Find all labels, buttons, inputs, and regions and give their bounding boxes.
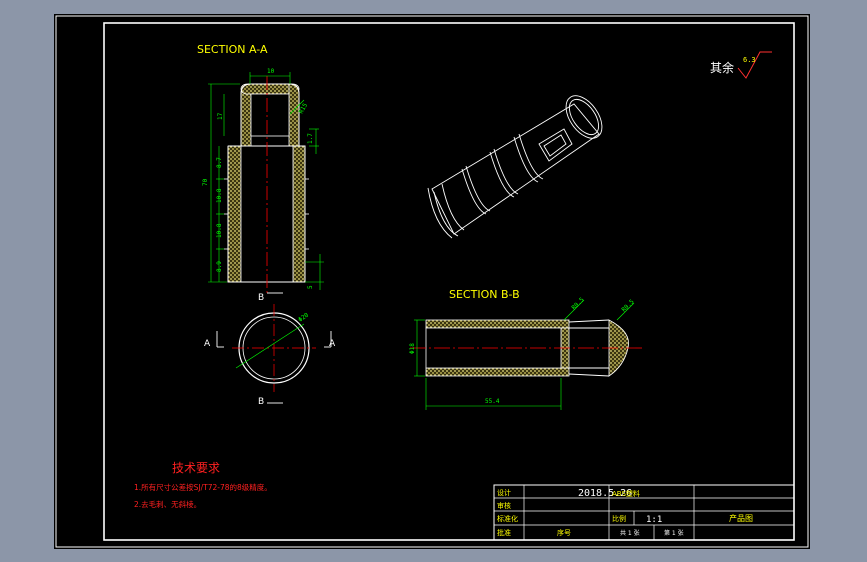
label-b-top: B <box>258 293 264 303</box>
section-aa-view: SECTION A-A 10 70 17 8.7 10.8 10.8 8.9 R… <box>197 43 324 296</box>
dim-overall: 70 <box>202 178 209 186</box>
tb-approve-label: 批准 <box>497 528 511 537</box>
roughness-value: 6.3 <box>743 56 756 64</box>
cad-viewport[interactable]: SECTION A-A 10 70 17 8.7 10.8 10.8 8.9 R… <box>54 14 810 549</box>
tb-check-label: 审核 <box>497 501 511 510</box>
dim-bb-chamfer-a: R0.5 <box>570 296 585 311</box>
tech-note-2: 2.去毛刺、无斜棱。 <box>134 499 201 509</box>
label-a-left: A <box>204 339 211 349</box>
roughness-label: 其余 <box>710 60 734 75</box>
tb-drawing-no-label: 序号 <box>557 528 571 537</box>
outer-border <box>55 15 809 548</box>
section-aa-slot <box>250 93 290 137</box>
drawing-canvas: SECTION A-A 10 70 17 8.7 10.8 10.8 8.9 R… <box>55 15 809 548</box>
dim-top-width: 10 <box>267 68 275 75</box>
dim-left-2: 10.8 <box>216 188 223 203</box>
label-a-right: A <box>329 339 336 349</box>
tech-notes: 技术要求 1.所有尺寸公差按SJ/T72-78的8级精度。 2.去毛刺、无斜棱。 <box>134 461 272 509</box>
dim-bottom-right: 5 <box>307 285 314 289</box>
tb-product-name: 产品图 <box>729 513 753 523</box>
section-bb-wall-top <box>425 319 570 329</box>
tb-standard-label: 标准化 <box>497 514 518 523</box>
section-aa-title: SECTION A-A <box>197 43 268 56</box>
dim-diameter-leader <box>235 323 305 369</box>
section-bb-wall-bottom <box>425 367 570 377</box>
dim-left-3: 10.8 <box>216 223 223 238</box>
dim-right-b: 1.7 <box>307 133 314 144</box>
dim-bb-chamfer-b: R0.5 <box>620 298 635 313</box>
circle-view: Φ20 A A B B <box>204 292 336 407</box>
tb-scale-label: 比例 <box>612 514 626 523</box>
dim-bb-height: Φ18 <box>409 343 416 354</box>
dim-diameter: Φ20 <box>297 311 310 323</box>
tech-note-1: 1.所有尺寸公差按SJ/T72-78的8级精度。 <box>134 482 272 492</box>
title-block: 设计 审核 标准化 批准 2018.5.26 ABS塑料 序号 比例 1:1 产… <box>493 484 795 541</box>
dim-top-slot: 17 <box>217 112 224 120</box>
dim-left-1: 8.7 <box>216 157 223 168</box>
isometric-view <box>427 95 603 239</box>
tb-scale-value: 1:1 <box>646 515 662 525</box>
roughness-symbol: 其余 6.3 <box>710 51 772 79</box>
tb-material: ABS塑料 <box>612 489 640 498</box>
tb-sheet-total: 共 1 张 <box>620 529 640 537</box>
label-b-bottom: B <box>258 397 264 407</box>
tb-design-label: 设计 <box>497 488 511 497</box>
dim-bb-length: 55.4 <box>485 398 500 405</box>
tech-notes-heading: 技术要求 <box>172 461 220 475</box>
dim-left-4: 8.9 <box>216 261 223 272</box>
section-bb-view: SECTION B-B Φ18 55.4 R0.5 R0.5 <box>409 288 642 410</box>
tb-sheet-index: 第 1 张 <box>664 529 684 537</box>
section-bb-title: SECTION B-B <box>449 288 520 301</box>
